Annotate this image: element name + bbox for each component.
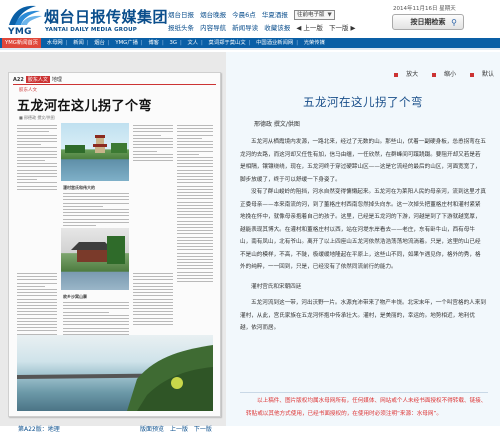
group-name-en: YANTAI DAILY MEDIA GROUP (45, 27, 138, 33)
page-byline: ■ 邢德政 撰文/供图 (19, 115, 55, 120)
nav-news-guide[interactable]: 新闻导读 (232, 24, 258, 32)
square-bullet-icon (469, 72, 474, 77)
nav-divider: | (140, 40, 143, 46)
nav-culture[interactable]: 文人 (187, 38, 198, 48)
nav-divider: | (65, 40, 68, 46)
copyright-note: 以上稿件、图片版权均属水母网所有，任何媒体、网站或个人未经书面授权不得转载、链接… (246, 398, 487, 417)
square-bullet-icon (432, 72, 437, 77)
page-kicker: 胶东人文 (19, 88, 37, 93)
page-subhead-2: 故乡沙窝山寨 (63, 294, 87, 299)
nav-3g[interactable]: 3G (169, 38, 176, 48)
date-search-button[interactable]: 按日期检索 ⚲ (392, 14, 464, 30)
article-title: 五龙河在这儿拐了个弯 (303, 95, 423, 109)
page-nav: 版面预览 上一版 下一版 (140, 424, 216, 433)
river-photo-icon (17, 345, 213, 411)
nav-divider: | (179, 40, 182, 46)
font-size-controls: 放大 缩小 默认 (382, 69, 494, 78)
section-name: 地理 (51, 77, 62, 83)
nav-shuimu[interactable]: 水母网 (47, 38, 63, 48)
edition-select[interactable]: 往前电子版 ▼ (293, 10, 335, 20)
chevron-down-icon: ▼ (327, 12, 332, 18)
portal-nav-bar: YMG新闻首页 水母网 | 新闻 | 烟台 | YMG广播 | 博客 | 3G | 文人 | … (0, 38, 500, 48)
font-shrink-button[interactable]: 缩小 (426, 71, 456, 78)
font-shrink-label: 缩小 (444, 71, 457, 78)
search-icon: ⚲ (451, 18, 457, 27)
text-column-left-2 (17, 273, 57, 337)
nav-yantai[interactable]: 烟台 (94, 38, 105, 48)
text-column-right (177, 125, 213, 284)
font-enlarge-label: 放大 (406, 71, 419, 78)
text-column-mid-3 (133, 273, 173, 327)
article-panel: 放大 缩小 默认 五龙河在这儿拐了个弯 邢德政 撰文/供图 五龙河从栖霞境内发源… (226, 52, 500, 426)
next-page-label: 下一版 (328, 24, 349, 32)
nav-wine-news[interactable]: 中国酒业新闻网 (256, 38, 293, 48)
prev-page-link[interactable]: ◀ 上一版 (296, 24, 323, 32)
photo-pagoda-lake[interactable] (61, 123, 129, 181)
page-view-panel: A22胶东人文地理 胶东人文 五龙河在这儿拐了个弯 ■ 邢德政 撰文/供图 (0, 52, 226, 433)
article-author: 邢德政 撰文/供图 (254, 121, 300, 128)
date-search-label: 按日期检索 (410, 18, 446, 26)
square-bullet-icon (394, 72, 399, 77)
nav-divider: | (296, 40, 298, 46)
font-default-button[interactable]: 默认 (464, 71, 494, 78)
nav-morning-6[interactable]: 今晨6点 (232, 11, 256, 19)
current-date: 2014年11月16日 星期天 (393, 6, 456, 12)
site-header: YMG 烟台日报传媒集团 YANTAI DAILY MEDIA GROUP 烟台… (0, 0, 500, 38)
nav-news[interactable]: 新闻 (73, 38, 84, 48)
page-number: A22 (13, 77, 24, 83)
current-page-label: 第A22版：地理 (18, 426, 60, 433)
article-paragraph: 五龙河从栖霞境内发源，一路北来，经过了无数的山。那些山，伏着一副硬身板，怂恿拐弯… (240, 139, 486, 183)
footer-prev-link[interactable]: 上一版 (170, 426, 188, 433)
font-default-label: 默认 (481, 71, 494, 78)
article-subheading: 灌村宫氏和宋朝四廷 (251, 283, 302, 290)
nav-yantai-evening[interactable]: 烟台晚报 (200, 11, 226, 19)
page-view-footer: 第A22版：地理 版面预览 上一版 下一版 (0, 424, 226, 438)
nav-divider: | (248, 40, 251, 46)
nav-bookmark[interactable]: 收藏该报 (264, 24, 290, 32)
text-column-left (17, 125, 57, 192)
next-arrow-icon: ▶ (348, 24, 356, 32)
nav-divider: | (161, 40, 164, 46)
nav-divider: | (86, 40, 89, 46)
nav-ymg-radio[interactable]: YMG广播 (115, 38, 138, 48)
photo-river-bridge[interactable] (17, 335, 213, 411)
header-divider (0, 48, 500, 50)
page-headline[interactable]: 五龙河在这儿拐了个弯 (17, 95, 152, 114)
photo-pavilion[interactable] (61, 228, 129, 290)
edition-select-value: 往前电子版 (296, 12, 325, 18)
article-divider (240, 392, 488, 393)
article-paragraph: 没有了群山峻岭的阻挡，河水自然变得慵懒起来。五龙河在为莱阳人民的母亲河，流到这里… (240, 189, 486, 270)
nav-huaxia-wine[interactable]: 华夏酒报 (262, 11, 288, 19)
nav-item-8[interactable]: 莫词郑于莫山文 (209, 38, 246, 48)
article-body: 五龙河从栖霞境内发源，一路北来，经过了无数的山。那些山，伏着一副硬身板，怂恿拐弯… (240, 136, 486, 335)
layout-preview-link[interactable]: 版面预览 (140, 426, 164, 433)
next-page-link[interactable]: 下一版 ▶ (329, 24, 356, 32)
nav-guangrong[interactable]: 光荣传媒 (304, 38, 325, 48)
section-tag: 胶东人文 (25, 76, 50, 83)
nav-yantai-daily[interactable]: 烟台日报 (168, 11, 194, 19)
nav-divider: | (107, 40, 110, 46)
nav-divider: | (201, 40, 203, 46)
page-header-strip: A22 胶东人文 地理 (13, 76, 216, 85)
nav-blog[interactable]: 博客 (148, 38, 159, 48)
nav-content-index[interactable]: 内容导航 (200, 24, 226, 32)
logo-text: YMG (8, 27, 32, 37)
font-enlarge-button[interactable]: 放大 (388, 71, 418, 78)
article-paragraph: 五龙河流到这一带，河出沃野一片。水源充沛带来了物产丰饶。北宋末年，一个叫宫格的人… (240, 300, 486, 331)
footer-next-link[interactable]: 下一版 (194, 426, 212, 433)
text-column-mid (133, 125, 173, 163)
nav-ymg-home[interactable]: YMG新闻首页 (2, 38, 42, 48)
nav-headlines[interactable]: 报纸头条 (168, 24, 194, 32)
text-column-below-photo (63, 193, 129, 228)
ymg-logo-mark-icon (9, 5, 42, 25)
pagoda-photo-icon (65, 135, 127, 153)
prev-page-label: 上一版 (303, 24, 323, 32)
ymg-logo[interactable]: YMG (6, 3, 46, 37)
page-subhead-1: 灌村宫氏和伟大的 (63, 185, 95, 190)
pavilion-photo-icon (71, 236, 125, 264)
newspaper-page[interactable]: A22胶东人文地理 胶东人文 五龙河在这儿拐了个弯 ■ 邢德政 撰文/供图 (8, 72, 221, 417)
group-name-cn: 烟台日报传媒集团 (44, 8, 169, 26)
